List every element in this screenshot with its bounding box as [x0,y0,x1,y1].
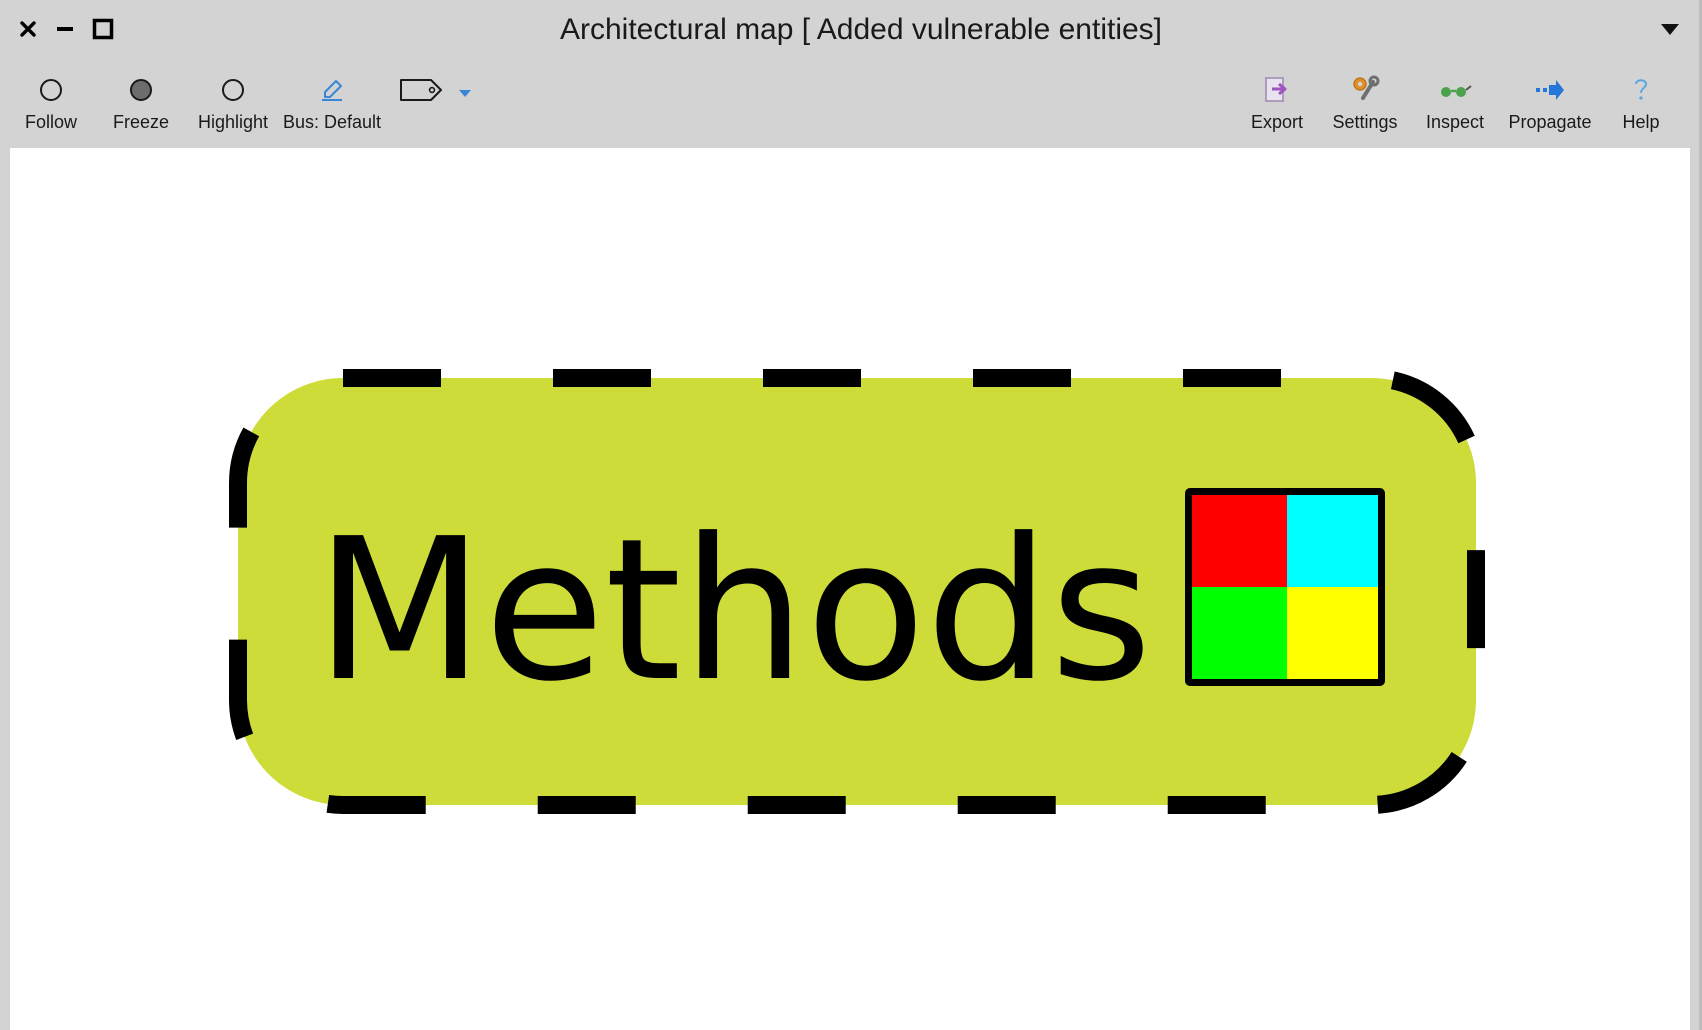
propagate-button[interactable]: Propagate [1508,72,1592,140]
follow-label: Follow [24,112,77,132]
question-icon [1629,72,1653,108]
bus-button[interactable]: Bus: Default [282,72,382,140]
minimize-icon[interactable] [50,14,80,44]
highlight-button[interactable]: Highlight [196,72,270,140]
legend-grid [1185,488,1385,686]
arrow-right-icon [1534,72,1566,108]
inspect-label: Inspect [1425,112,1485,132]
triangle-down-icon[interactable] [1655,14,1685,44]
help-label: Help [1622,112,1660,132]
legend-cell-yellow [1287,587,1378,679]
tag-icon [399,72,443,108]
methods-node[interactable]: Methods [229,369,1485,814]
freeze-button[interactable]: Freeze [108,72,174,140]
export-button[interactable]: Export [1248,72,1306,140]
legend-cell-red [1192,495,1287,587]
close-icon[interactable] [13,14,43,44]
map-canvas[interactable]: Methods [10,148,1690,1030]
propagate-label: Propagate [1508,112,1592,132]
filled-circle-icon [128,72,154,108]
settings-button[interactable]: Settings [1330,72,1400,140]
toolbar: Follow Freeze Highlight Bus: Default Exp… [0,66,1699,146]
highlight-label: Highlight [197,112,269,132]
window: Architectural map [ Added vulnerable ent… [0,0,1702,1030]
legend-cell-cyan [1287,495,1378,587]
wrench-icon [1349,72,1381,108]
pencil-icon [319,72,345,108]
export-label: Export [1250,112,1304,132]
window-title: Architectural map [ Added vulnerable ent… [560,13,1163,46]
freeze-label: Freeze [112,112,170,132]
empty-circle-icon [38,72,64,108]
node-label: Methods [315,497,1152,725]
chevron-down-icon[interactable] [455,88,475,156]
export-icon [1262,72,1292,108]
maximize-icon[interactable] [88,14,118,44]
inspect-button[interactable]: Inspect [1424,72,1486,140]
tag-button[interactable] [396,72,446,140]
follow-button[interactable]: Follow [20,72,82,140]
title-bar: Architectural map [ Added vulnerable ent… [0,0,1699,60]
empty-circle-icon [220,72,246,108]
help-button[interactable]: Help [1616,72,1666,140]
bus-label: Bus: Default [282,112,382,132]
settings-label: Settings [1332,112,1398,132]
legend-cell-green [1192,587,1287,679]
glasses-icon [1437,72,1473,108]
map-view: Methods [229,369,1485,814]
